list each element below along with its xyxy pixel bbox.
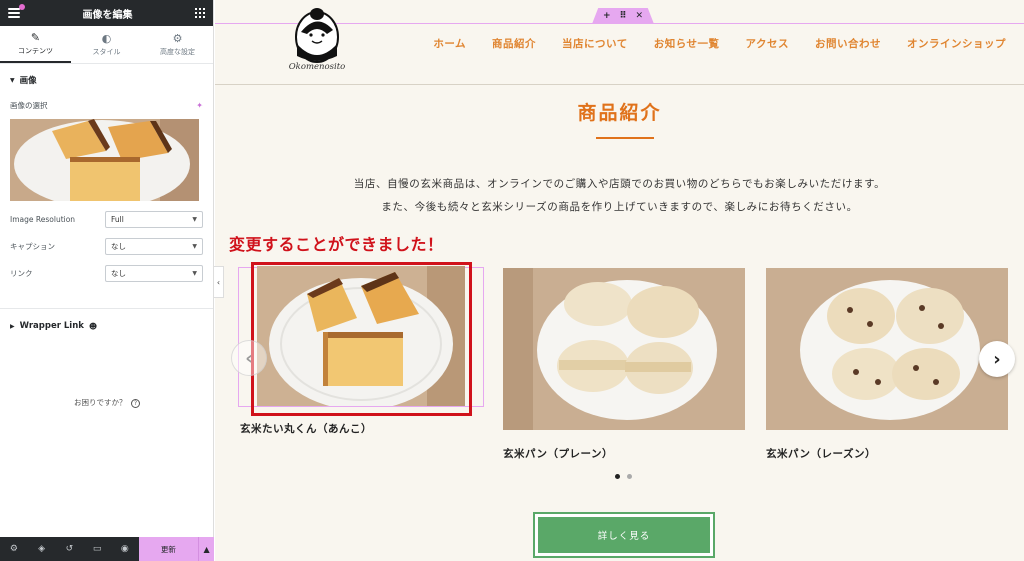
main-nav: ホーム 商品紹介 当店について お知らせ一覧 アクセス お問い合わせ オンライン…	[433, 36, 1006, 51]
help-text: お困りですか？	[74, 398, 127, 407]
caret-right-icon: ▶	[10, 322, 15, 330]
gear-icon: ⚙	[172, 31, 183, 45]
layers-icon[interactable]: ◈	[28, 544, 56, 554]
editor-panel: 画像を編集 ✎ コンテンツ ◐ スタイル ⚙ 高度な設定 ▼ 画像 画像の選択 …	[0, 0, 214, 561]
description-line-1: 当店、自慢の玄米商品は、オンラインでのご購入や店頭でのお買い物のどちらでもお楽し…	[353, 178, 886, 190]
section-handle[interactable]: + ⠿ ✕	[592, 8, 654, 24]
product-name-1[interactable]: 玄米たい丸くん（あんこ）	[240, 421, 372, 436]
site-preview: + ⠿ ✕ Okomenosito ホーム 商品紹介 当店について お知らせ一覧…	[215, 0, 1024, 561]
ai-sparkle-icon[interactable]: ✦	[196, 101, 203, 110]
wrapper-link-toggle[interactable]: ▶ Wrapper Link ☻	[10, 321, 203, 331]
cake-thumbnail-image	[10, 119, 199, 201]
carousel-next-button[interactable]: ›	[979, 341, 1015, 377]
nav-products[interactable]: 商品紹介	[492, 36, 536, 51]
site-logo[interactable]: Okomenosito	[281, 4, 353, 80]
logo-mascot-icon	[295, 8, 339, 63]
preview-eye-icon[interactable]: ◉	[111, 544, 139, 554]
chevron-down-icon: ▼	[192, 216, 197, 223]
product-name-2[interactable]: 玄米パン（プレーン）	[503, 446, 613, 461]
update-button[interactable]: 更新	[138, 537, 199, 561]
collapse-panel-button[interactable]: ‹	[214, 266, 224, 298]
resolution-select[interactable]: Full ▼	[105, 211, 203, 228]
caption-value: なし	[111, 242, 126, 251]
caret-down-icon: ▼	[10, 76, 15, 84]
tab-content[interactable]: ✎ コンテンツ	[0, 26, 71, 63]
link-select[interactable]: なし ▼	[105, 265, 203, 282]
link-label: リンク	[10, 269, 33, 278]
see-more-button[interactable]: 詳しく見る	[533, 512, 715, 558]
chevron-right-icon: ›	[993, 348, 1001, 370]
panel-title: 画像を編集	[82, 9, 133, 21]
tab-advanced-label: 高度な設定	[160, 47, 195, 56]
menu-icon[interactable]	[8, 4, 25, 18]
widgets-grid-icon[interactable]	[195, 8, 205, 18]
resolution-value: Full	[111, 215, 124, 224]
tab-content-label: コンテンツ	[18, 46, 53, 55]
close-icon[interactable]: ✕	[636, 11, 644, 21]
chevron-up-icon[interactable]: ▲	[198, 537, 214, 561]
nav-news[interactable]: お知らせ一覧	[654, 36, 720, 51]
caption-label: キャプション	[10, 242, 55, 251]
drag-handle-icon[interactable]: ⠿	[619, 11, 626, 21]
nav-contact[interactable]: お問い合わせ	[815, 36, 881, 51]
site-header: + ⠿ ✕ Okomenosito ホーム 商品紹介 当店について お知らせ一覧…	[215, 0, 1024, 85]
plain-bread-photo	[503, 268, 745, 430]
nav-online-shop[interactable]: オンラインショップ	[907, 36, 1006, 51]
image-section-heading: 画像	[19, 76, 37, 86]
raisin-bread-photo	[766, 268, 1008, 430]
description-line-2: また、今後も続々と玄米シリーズの商品を作り上げていきますので、楽しみにお待ちくだ…	[381, 201, 858, 213]
chevron-left-icon: ‹	[245, 347, 253, 369]
caption-select[interactable]: なし ▼	[105, 238, 203, 255]
title-underline	[596, 137, 654, 139]
badge-icon: ☻	[88, 321, 98, 331]
resolution-label: Image Resolution	[10, 215, 76, 224]
tab-style-label: スタイル	[92, 47, 121, 56]
pencil-icon: ✎	[30, 30, 41, 44]
nav-access[interactable]: アクセス	[746, 36, 789, 51]
carousel-dot-2[interactable]	[627, 474, 632, 479]
chevron-down-icon: ▼	[192, 243, 197, 250]
panel-header: 画像を編集	[0, 0, 213, 26]
tab-advanced[interactable]: ⚙ 高度な設定	[142, 26, 213, 63]
carousel-dot-1[interactable]	[615, 474, 620, 479]
image-thumbnail[interactable]	[10, 119, 199, 201]
logo-text: Okomenosito	[288, 62, 346, 72]
product-image-plain-bread[interactable]	[503, 268, 745, 430]
carousel-prev-button[interactable]: ‹	[231, 340, 267, 376]
panel-tabs: ✎ コンテンツ ◐ スタイル ⚙ 高度な設定	[0, 26, 213, 64]
annotation-text: 変更することができました！	[229, 235, 444, 254]
half-circle-icon: ◐	[101, 31, 112, 45]
help-link[interactable]: お困りですか？ ?	[0, 397, 214, 408]
product-name-3[interactable]: 玄米パン（レーズン）	[766, 446, 876, 461]
nav-home[interactable]: ホーム	[433, 36, 466, 51]
product-image-raisin-bread[interactable]	[766, 268, 1008, 430]
image-section-toggle[interactable]: ▼ 画像	[10, 74, 203, 86]
choose-image-label: 画像の選択	[10, 101, 48, 110]
panel-footer: ⚙ ◈ ↺ ▭ ◉ 更新 ▲	[0, 537, 214, 561]
image-section: ▼ 画像 画像の選択 ✦ Image Resolution Full ▼ キャプ…	[0, 64, 213, 309]
wrapper-link-heading: Wrapper Link	[19, 321, 84, 331]
chevron-down-icon: ▼	[192, 270, 197, 277]
highlight-frame	[251, 262, 472, 416]
wrapper-link-section: ▶ Wrapper Link ☻	[0, 309, 213, 343]
history-icon[interactable]: ↺	[55, 544, 83, 554]
responsive-icon[interactable]: ▭	[83, 544, 111, 554]
settings-icon[interactable]: ⚙	[0, 544, 28, 554]
nav-about[interactable]: 当店について	[562, 36, 628, 51]
add-icon[interactable]: +	[603, 11, 611, 21]
tab-style[interactable]: ◐ スタイル	[71, 26, 142, 63]
page-title: 商品紹介	[577, 102, 662, 124]
link-value: なし	[111, 269, 126, 278]
question-circle-icon: ?	[130, 399, 140, 408]
